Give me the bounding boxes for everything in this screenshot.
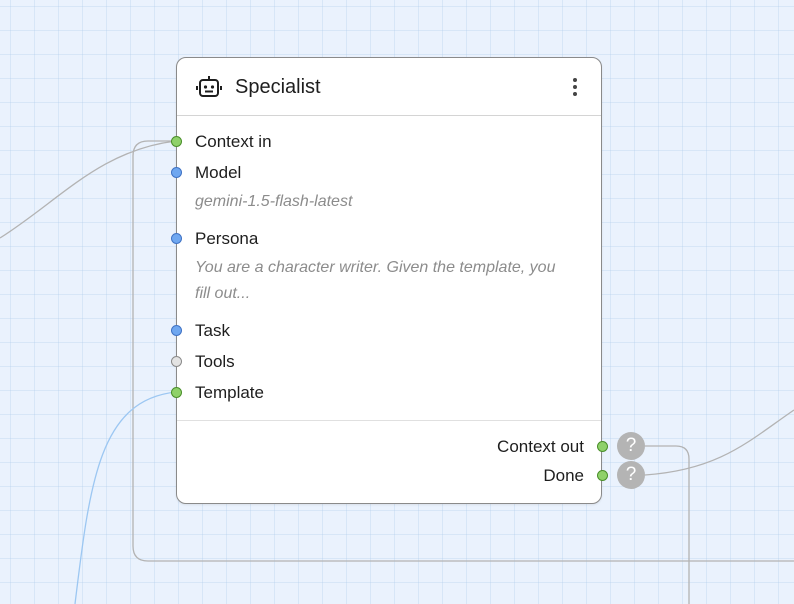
task-port[interactable] <box>171 325 182 336</box>
input-label-task: Task <box>195 321 230 340</box>
more-vertical-icon[interactable] <box>565 73 585 101</box>
context-out-port[interactable] <box>597 441 608 452</box>
input-label-model: Model <box>195 163 242 182</box>
model-port[interactable] <box>171 167 182 178</box>
specialist-node[interactable]: Specialist Context in Model gemini-1.5-f… <box>171 57 608 504</box>
node-header[interactable]: Specialist <box>177 58 601 116</box>
node-title: Specialist <box>235 76 321 98</box>
wire-context-in-incoming <box>0 140 177 239</box>
input-label-persona: Persona <box>195 229 259 248</box>
persona-port[interactable] <box>171 233 182 244</box>
context-in-port[interactable] <box>171 136 182 147</box>
tools-port[interactable] <box>171 356 182 367</box>
help-badge-done[interactable]: ? <box>617 461 645 489</box>
wire-template-incoming <box>74 391 177 604</box>
input-label-template: Template <box>195 383 264 402</box>
input-label-context-in: Context in <box>195 132 272 151</box>
template-port[interactable] <box>171 387 182 398</box>
persona-value[interactable]: You are a character writer. Given the te… <box>195 255 575 307</box>
input-label-tools: Tools <box>195 352 235 371</box>
robot-icon <box>196 76 222 97</box>
footer-divider <box>177 420 601 421</box>
wire-done-outgoing <box>644 409 794 476</box>
help-badge-context-out[interactable]: ? <box>617 432 645 460</box>
model-value[interactable]: gemini-1.5-flash-latest <box>195 189 585 215</box>
output-label-done: Done <box>543 466 584 485</box>
wire-context-out <box>645 445 690 604</box>
done-port[interactable] <box>597 470 608 481</box>
output-label-context-out: Context out <box>497 437 584 456</box>
